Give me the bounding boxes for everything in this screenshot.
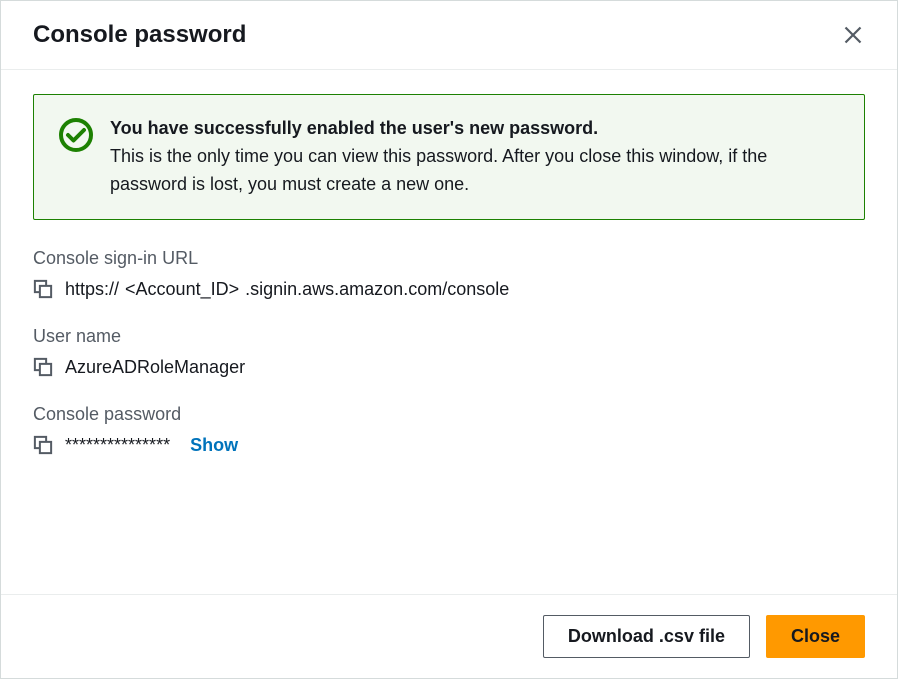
signin-url-value: https:// <Account_ID> .signin.aws.amazon… bbox=[65, 279, 509, 300]
modal-footer: Download .csv file Close bbox=[1, 594, 897, 678]
url-prefix: https:// bbox=[65, 279, 119, 300]
copy-icon[interactable] bbox=[33, 357, 53, 377]
success-text: You have successfully enabled the user's… bbox=[110, 115, 840, 199]
username-field: User name AzureADRoleManager bbox=[33, 326, 865, 378]
close-icon[interactable] bbox=[841, 23, 865, 47]
download-csv-button[interactable]: Download .csv file bbox=[543, 615, 750, 658]
url-suffix: .signin.aws.amazon.com/console bbox=[245, 279, 509, 300]
signin-url-label: Console sign-in URL bbox=[33, 248, 865, 269]
signin-url-row: https:// <Account_ID> .signin.aws.amazon… bbox=[33, 279, 865, 300]
password-field: Console password *************** Show bbox=[33, 404, 865, 456]
username-row: AzureADRoleManager bbox=[33, 357, 865, 378]
password-row: *************** Show bbox=[33, 435, 865, 456]
username-label: User name bbox=[33, 326, 865, 347]
modal-header: Console password bbox=[1, 1, 897, 70]
success-check-icon bbox=[58, 117, 94, 153]
close-button[interactable]: Close bbox=[766, 615, 865, 658]
success-title: You have successfully enabled the user's… bbox=[110, 118, 598, 138]
password-masked: *************** bbox=[65, 435, 170, 456]
account-id-placeholder: <Account_ID> bbox=[125, 279, 239, 300]
success-body: This is the only time you can view this … bbox=[110, 146, 767, 194]
modal-body: You have successfully enabled the user's… bbox=[1, 70, 897, 594]
modal-title: Console password bbox=[33, 21, 246, 49]
copy-icon[interactable] bbox=[33, 279, 53, 299]
console-password-modal: Console password You have successfully e… bbox=[0, 0, 898, 679]
show-password-link[interactable]: Show bbox=[190, 435, 238, 456]
signin-url-field: Console sign-in URL https:// <Account_ID… bbox=[33, 248, 865, 300]
password-label: Console password bbox=[33, 404, 865, 425]
username-value: AzureADRoleManager bbox=[65, 357, 245, 378]
copy-icon[interactable] bbox=[33, 435, 53, 455]
success-alert: You have successfully enabled the user's… bbox=[33, 94, 865, 220]
